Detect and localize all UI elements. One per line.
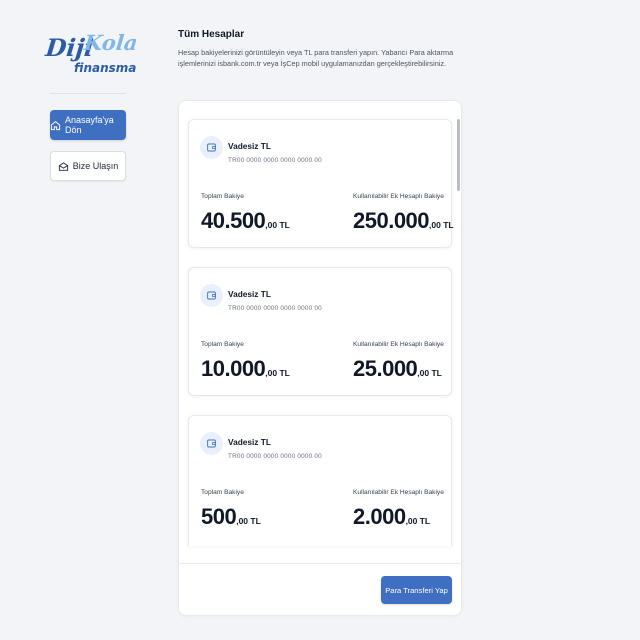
panel-divider	[179, 563, 461, 564]
scrollbar[interactable]	[457, 119, 460, 191]
balance-decimal: ,00 TL	[236, 516, 261, 526]
credit-label: Kullanılabilir Ek Hesaplı Bakiye	[353, 193, 444, 200]
contact-button[interactable]: Bize Ulaşın	[50, 151, 126, 181]
credit-decimal: ,00 TL	[429, 220, 454, 230]
svg-text:Kolay: Kolay	[82, 30, 136, 55]
account-iban: TR00 0000 0000 0000 0000 00	[228, 157, 322, 164]
contact-button-label: Bize Ulaşın	[72, 161, 119, 171]
account-name: Vadesiz TL	[228, 289, 271, 299]
home-icon	[50, 120, 61, 131]
home-button[interactable]: Anasayfa'ya Dön	[50, 110, 126, 140]
balance-amount: 40.500,00 TL	[201, 208, 290, 234]
home-button-label: Anasayfa'ya Dön	[65, 115, 114, 135]
wallet-icon	[200, 284, 223, 307]
balance-label: Toplam Bakiye	[201, 489, 244, 496]
account-name: Vadesiz TL	[228, 437, 271, 447]
wallet-icon	[200, 136, 223, 159]
page-title: Tüm Hesaplar	[178, 29, 245, 40]
balance-integer: 40.500	[201, 208, 266, 233]
credit-label: Kullanılabilir Ek Hesaplı Bakiye	[353, 341, 444, 348]
sidebar-divider	[50, 93, 126, 94]
balance-amount: 10.000,00 TL	[201, 356, 290, 382]
sidebar: Diji Kolay finansman Anasayfa'ya Dön Biz…	[0, 0, 175, 640]
balance-integer: 500	[201, 504, 237, 529]
credit-amount: 2.000,00 TL	[353, 504, 430, 530]
account-card[interactable]: Vadesiz TL TR00 0000 0000 0000 0000 00 T…	[188, 415, 452, 546]
balance-label: Toplam Bakiye	[201, 341, 244, 348]
svg-text:finansman: finansman	[74, 61, 136, 75]
credit-amount: 250.000,00 TL	[353, 208, 454, 234]
credit-integer: 250.000	[353, 208, 430, 233]
balance-integer: 10.000	[201, 356, 266, 381]
account-card[interactable]: Vadesiz TL TR00 0000 0000 0000 0000 00 T…	[188, 267, 452, 396]
credit-label: Kullanılabilir Ek Hesaplı Bakiye	[353, 489, 444, 496]
balance-decimal: ,00 TL	[265, 368, 290, 378]
logo-image: Diji Kolay finansman	[44, 30, 136, 75]
transfer-button[interactable]: Para Transferi Yap	[381, 576, 452, 604]
mail-icon	[58, 161, 69, 172]
balance-label: Toplam Bakiye	[201, 193, 244, 200]
credit-decimal: ,00 TL	[405, 516, 431, 526]
credit-decimal: ,00 TL	[417, 368, 442, 378]
brand-logo[interactable]: Diji Kolay finansman	[44, 26, 136, 80]
credit-integer: 25.000	[353, 356, 418, 381]
balance-decimal: ,00 TL	[265, 220, 290, 230]
account-iban: TR00 0000 0000 0000 0000 00	[228, 305, 322, 312]
credit-integer: 2.000	[353, 504, 406, 529]
account-card[interactable]: Vadesiz TL TR00 0000 0000 0000 0000 00 T…	[188, 119, 454, 248]
credit-amount: 25.000,00 TL	[353, 356, 442, 382]
account-name: Vadesiz TL	[228, 141, 271, 151]
page-description: Hesap bakiyelerinizi görüntüleyin veya T…	[178, 48, 454, 68]
wallet-icon	[200, 432, 223, 455]
account-iban: TR00 0000 0000 0000 0000 00	[228, 453, 322, 460]
accounts-panel: Vadesiz TL TR00 0000 0000 0000 0000 00 T…	[178, 100, 462, 616]
balance-amount: 500,00 TL	[201, 504, 261, 530]
